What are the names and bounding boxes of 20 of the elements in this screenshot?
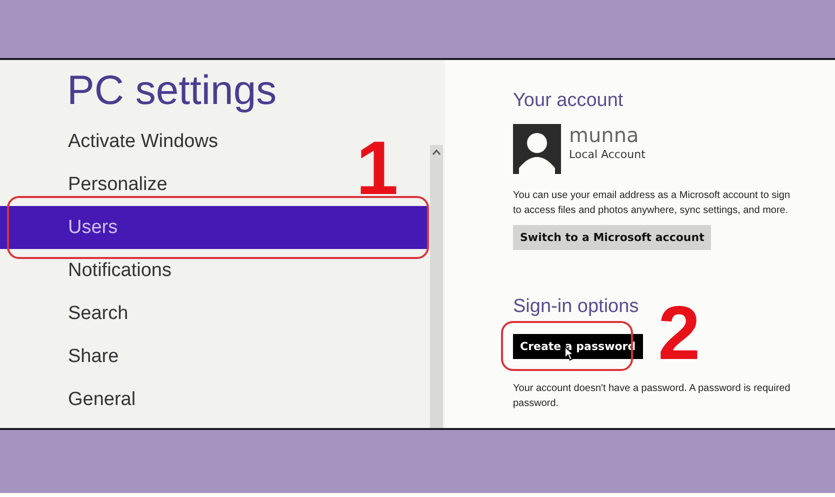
user-name: munna <box>569 124 640 146</box>
scroll-up-icon[interactable] <box>432 149 441 156</box>
password-description: Your account doesn't have a password. A password is required password. <box>513 382 792 411</box>
nav-item[interactable]: Personalize <box>68 163 168 206</box>
nav-item[interactable]: Share <box>68 335 119 378</box>
nav-item[interactable]: Search <box>68 292 128 335</box>
page-title: PC settings <box>67 66 278 114</box>
step-number: 1 <box>356 140 398 198</box>
nav-item[interactable]: General <box>68 378 136 421</box>
section-heading: Your account <box>513 90 624 112</box>
user-avatar-icon <box>513 124 561 174</box>
switch-account-button[interactable]: Switch to a Microsoft account <box>513 225 712 250</box>
scrollbar[interactable] <box>430 145 443 428</box>
nav-item[interactable]: Notifications <box>68 249 172 292</box>
nav-item[interactable]: Users <box>0 206 428 249</box>
step-number: 2 <box>658 305 700 363</box>
section-heading: Sign-in options <box>513 296 640 318</box>
account-description: You can use your email address as a Microsoft account to sign to access files and photos anywhere, sync settings, and more. <box>513 189 792 218</box>
account-type: Local Account <box>569 148 646 161</box>
nav-item[interactable]: Activate Windows <box>68 120 218 163</box>
